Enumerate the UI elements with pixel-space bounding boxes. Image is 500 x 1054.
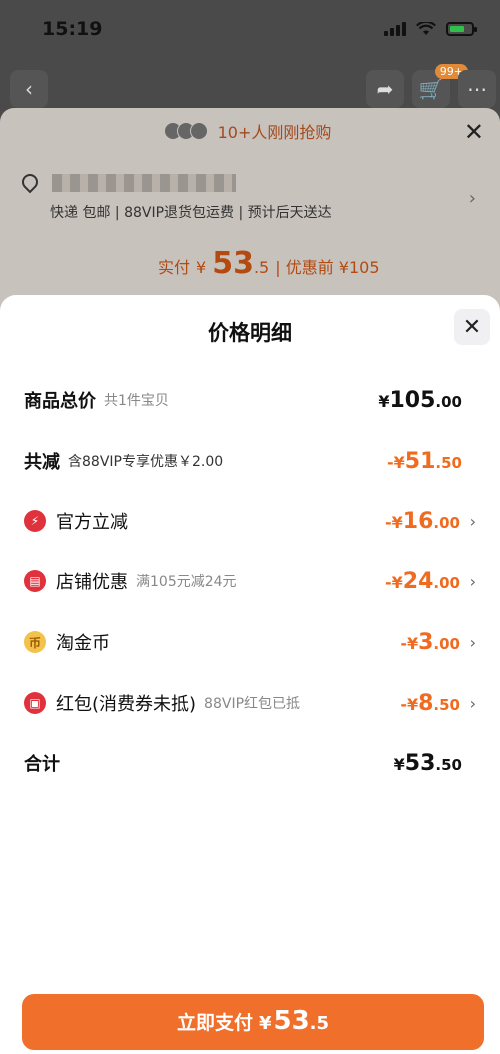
chevron-left-icon: ‹ [25,77,33,101]
row-official-discount[interactable]: ⚡ 官方立减 -¥16.00 › [24,501,476,541]
pay-now-button[interactable]: 立即支付 ¥53.5 [22,994,484,1050]
price-label: 实付 [158,258,191,277]
battery-icon [446,22,477,36]
row-label: 共减 [24,452,60,473]
address-redacted [52,174,236,192]
modal-title: 价格明细 [208,321,292,345]
cart-button[interactable]: 🛒 99+ [412,64,468,108]
row-sub: 含88VIP专享优惠￥2.00 [68,454,224,470]
back-button[interactable]: ‹ [10,70,48,108]
row-amount: -¥16.00 [385,508,460,534]
row-red-packet[interactable]: ▣ 红包(消费券未抵) 88VIP红包已抵 -¥8.50 › [24,683,476,723]
cart-icon: 🛒 [418,77,444,101]
pay-button-amount-dec: .5 [309,1013,330,1034]
row-label: 红包(消费券未抵) [56,694,197,715]
chevron-right-icon: › [469,511,476,531]
wifi-icon [416,22,436,35]
row-amount: ¥105.00 [378,387,462,413]
close-icon: ✕ [462,314,482,340]
row-amount: -¥3.00 [400,629,460,655]
address-section[interactable]: 快递 包邮 | 88VIP退货包运费 | 预计后天送达 › [18,160,480,230]
row-grand-total: 合计 ¥53.50 [24,743,476,783]
row-sub: 88VIP红包已抵 [204,696,301,712]
chevron-right-icon: › [469,571,476,591]
row-label: 官方立减 [56,512,128,533]
row-total-discount: 共减 含88VIP专享优惠￥2.00 -¥51.50 [24,441,476,481]
lightning-icon: ⚡ [24,510,46,532]
more-button[interactable]: ⋯ [458,70,496,108]
price-summary: 实付 ¥ 53.5 | 优惠前 ¥105 [158,246,380,281]
row-amount: -¥51.50 [387,448,462,474]
price-detail-modal: 价格明细 ✕ 商品总价 共1件宝贝 ¥105.00 共减 含88VIP专享优惠￥… [0,295,500,1054]
row-label: 淘金币 [56,633,110,654]
row-label: 店铺优惠 [56,572,128,593]
price-integer: 53 [212,246,254,281]
chevron-right-icon: › [469,632,476,652]
price-decimal: .5 [253,258,270,277]
sheet-close-icon[interactable]: ✕ [464,118,484,146]
row-label: 商品总价 [24,391,96,412]
row-amount: ¥53.50 [393,750,462,776]
more-icon: ⋯ [467,77,487,101]
row-shop-discount[interactable]: ▤ 店铺优惠 满105元减24元 -¥24.00 › [24,561,476,601]
pay-button-label: 立即支付 [176,1012,253,1034]
price-currency: ¥ [196,258,207,277]
row-taobao-coins[interactable]: 币 淘金币 -¥3.00 › [24,622,476,662]
row-sub: 共1件宝贝 [104,393,169,409]
pay-button-currency: ¥ [258,1013,272,1034]
share-button[interactable]: ➦ [366,70,404,108]
chevron-right-icon: › [468,188,476,209]
coin-icon: 币 [24,631,46,653]
price-before-discount: | 优惠前 ¥105 [275,258,380,277]
avatar-group [163,122,208,140]
row-sub: 满105元减24元 [136,574,237,590]
location-pin-icon [18,170,42,194]
status-bar: 15:19 [0,0,500,62]
pay-button-amount-int: 53 [273,1006,310,1036]
banner-text: 10+人刚刚抢购 [217,123,332,142]
delivery-info: 快递 包邮 | 88VIP退货包运费 | 预计后天送达 [50,205,332,221]
signal-icon [384,22,406,36]
status-icons [384,22,477,36]
row-amount: -¥24.00 [385,568,460,594]
row-total-goods: 商品总价 共1件宝贝 ¥105.00 [24,380,476,420]
status-time: 15:19 [42,18,103,40]
share-icon: ➦ [376,77,394,101]
shop-icon: ▤ [24,570,46,592]
chevron-right-icon: › [469,693,476,713]
row-label: 合计 [24,754,60,775]
buyers-banner: 10+人刚刚抢购 ✕ [0,108,500,154]
row-amount: -¥8.50 [400,690,460,716]
red-packet-icon: ▣ [24,692,46,714]
close-button[interactable]: ✕ [454,309,490,345]
